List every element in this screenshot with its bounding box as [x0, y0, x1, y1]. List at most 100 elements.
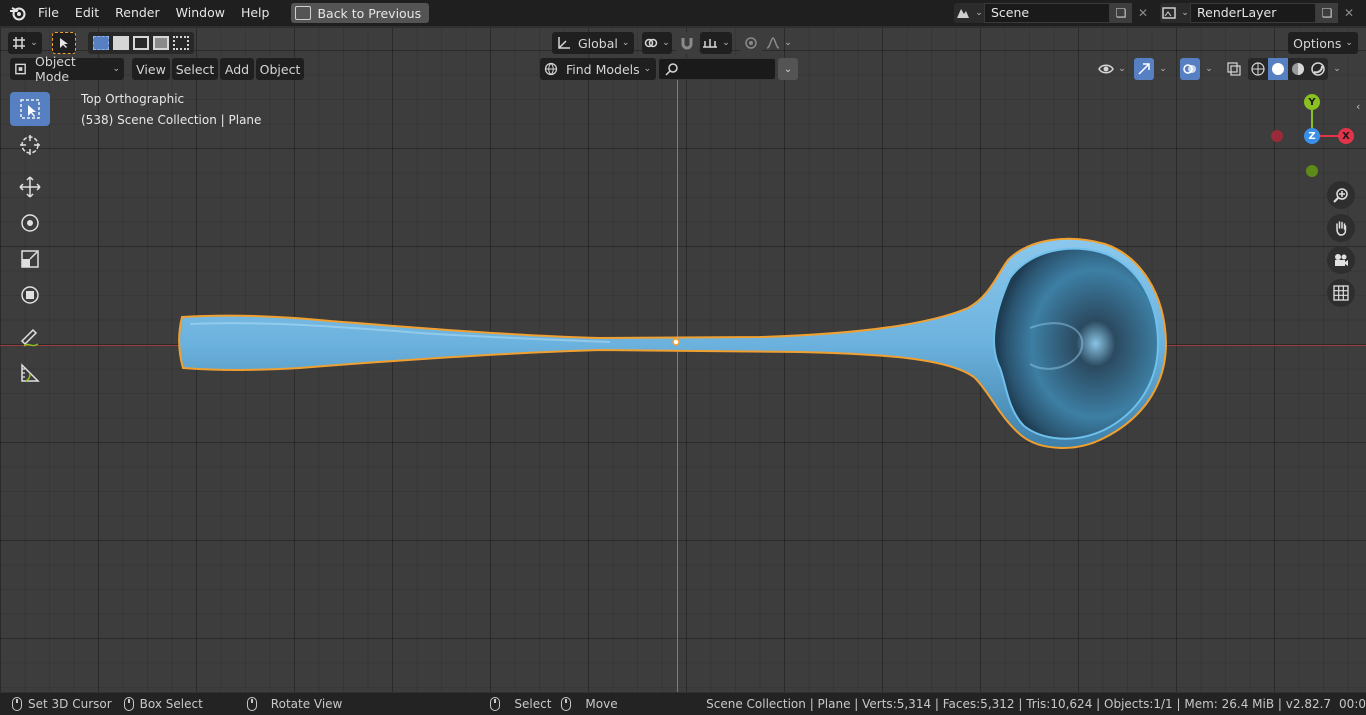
find-models-header: Find Models ⌄ ⌄ [540, 58, 798, 80]
search-icon [665, 63, 678, 76]
gizmo-y-axis[interactable]: Y [1304, 94, 1320, 110]
mouse-middle-icon [246, 697, 257, 711]
pan-view-button[interactable] [1327, 214, 1355, 242]
select-subtract-icon[interactable] [133, 36, 149, 50]
menu-file[interactable]: File [30, 1, 67, 25]
navigation-gizmo[interactable]: Y Z X [1260, 90, 1356, 186]
mode-label: Object Mode [35, 54, 76, 84]
menu-view[interactable]: View [132, 58, 170, 80]
menu-object[interactable]: Object [256, 58, 304, 80]
mouse-left-icon [12, 697, 22, 711]
cursor-tool[interactable] [10, 128, 50, 162]
object-mode-icon [15, 63, 26, 75]
snap-toggle-button[interactable] [676, 32, 698, 54]
tool-header-row: ⌄ [8, 32, 194, 54]
transform-orientation-dropdown[interactable]: Global ⌄ [552, 32, 634, 54]
menu-edit[interactable]: Edit [67, 1, 107, 25]
measure-tool[interactable] [10, 356, 50, 390]
transform-tool[interactable] [10, 278, 50, 312]
scene-browse-button[interactable]: ⌄ [954, 3, 984, 23]
mode-dropdown[interactable]: Object Mode ⌄ [10, 54, 124, 84]
status-set-3d-cursor: Set 3D Cursor [28, 697, 112, 711]
falloff-dropdown[interactable]: ⌄ [764, 32, 794, 54]
menu-render[interactable]: Render [107, 1, 168, 25]
overlays-dropdown[interactable]: ⌄ [1200, 58, 1218, 80]
options-label: Options [1293, 35, 1342, 51]
shading-dropdown[interactable]: ⌄ [1328, 58, 1346, 80]
scale-tool[interactable] [10, 242, 50, 276]
eye-icon [1098, 64, 1115, 74]
search-dropdown-button[interactable]: ⌄ [778, 58, 798, 80]
sidebar-toggle-icon[interactable]: ‹ [1356, 100, 1360, 113]
menu-help[interactable]: Help [233, 1, 278, 25]
scale-icon [21, 250, 39, 268]
rotate-tool[interactable] [10, 206, 50, 240]
proportional-edit-button[interactable] [740, 32, 762, 54]
scene-icon [957, 9, 970, 18]
overlays-toggle-button[interactable] [1180, 58, 1200, 80]
new-render-layer-icon[interactable]: ❏ [1316, 3, 1338, 23]
options-header: Options ⌄ [1288, 32, 1358, 54]
render-layer-icon [1162, 7, 1176, 19]
spoon-object[interactable] [0, 28, 1366, 692]
viewport-shading-header: ⌄ ⌄ ⌄ ⌄ [1096, 58, 1346, 80]
pivot-link-icon [644, 38, 658, 48]
snap-increment-icon [703, 39, 718, 48]
tweak-tool-button[interactable] [52, 32, 76, 54]
tool-shelf [10, 92, 52, 392]
menu-select[interactable]: Select [172, 58, 218, 80]
pencil-icon [20, 328, 39, 347]
ortho-perspective-toggle[interactable] [1327, 279, 1355, 307]
model-search-input[interactable] [658, 58, 776, 80]
3d-cursor-icon [20, 135, 40, 155]
3d-viewport[interactable]: ⌄ Global ⌄ ⌄ ⌄ ⌄ Options ⌄ Object Mode ⌄… [0, 28, 1366, 692]
render-layer-browse-button[interactable]: ⌄ [1160, 3, 1190, 23]
menu-add[interactable]: Add [220, 58, 254, 80]
mouse-right-icon [490, 697, 501, 711]
view-name-label: Top Orthographic [81, 92, 185, 106]
select-box-tool[interactable] [10, 92, 50, 126]
render-layer-name-field[interactable]: RenderLayer [1190, 3, 1316, 23]
orientation-axes-icon [558, 37, 570, 49]
status-time: 00:0 [1339, 697, 1366, 711]
select-invert-icon[interactable] [153, 36, 169, 50]
solid-shading-icon[interactable] [1268, 58, 1288, 80]
material-shading-icon[interactable] [1288, 58, 1308, 80]
editor-type-button[interactable]: ⌄ [8, 32, 42, 54]
find-models-dropdown[interactable]: Find Models ⌄ [540, 58, 656, 80]
rendered-shading-icon[interactable] [1308, 58, 1328, 80]
mode-header-row: Object Mode ⌄ View Select Add Object [10, 54, 304, 84]
delete-scene-icon[interactable]: ✕ [1132, 3, 1154, 23]
snap-target-dropdown[interactable]: ⌄ [700, 32, 732, 54]
new-scene-icon[interactable]: ❏ [1110, 3, 1132, 23]
menu-window[interactable]: Window [168, 1, 233, 25]
gizmo-dropdown[interactable]: ⌄ [1154, 58, 1172, 80]
gizmo-x-axis[interactable]: X [1338, 128, 1354, 144]
select-intersect-icon[interactable] [173, 36, 189, 50]
select-extend-icon[interactable] [113, 36, 129, 50]
find-models-label: Find Models [566, 61, 640, 77]
back-to-previous-button[interactable]: Back to Previous [291, 3, 430, 23]
camera-icon [1335, 254, 1348, 266]
rotate-icon [21, 214, 39, 232]
gizmo-z-axis[interactable]: Z [1304, 128, 1320, 144]
chevron-down-icon: ⌄ [783, 63, 793, 75]
transform-header: Global ⌄ ⌄ ⌄ ⌄ [552, 32, 794, 54]
gizmo-toggle-button[interactable] [1134, 58, 1154, 80]
delete-render-layer-icon[interactable]: ✕ [1338, 3, 1360, 23]
zoom-view-button[interactable] [1327, 181, 1355, 209]
visibility-dropdown[interactable]: ⌄ [1096, 58, 1128, 80]
pivot-point-dropdown[interactable]: ⌄ [642, 32, 672, 54]
xray-toggle-button[interactable] [1224, 58, 1244, 80]
blender-logo-icon[interactable] [6, 1, 30, 25]
select-new-icon[interactable] [93, 36, 109, 50]
select-box-icon [20, 99, 40, 119]
wireframe-shading-icon[interactable] [1248, 58, 1268, 80]
camera-view-button[interactable] [1327, 246, 1355, 274]
move-tool[interactable] [10, 170, 50, 204]
globe-icon [544, 62, 558, 76]
options-dropdown[interactable]: Options ⌄ [1288, 32, 1358, 54]
annotate-tool[interactable] [10, 320, 50, 354]
back-to-previous-label: Back to Previous [317, 5, 422, 21]
scene-name-field[interactable]: Scene [984, 3, 1110, 23]
